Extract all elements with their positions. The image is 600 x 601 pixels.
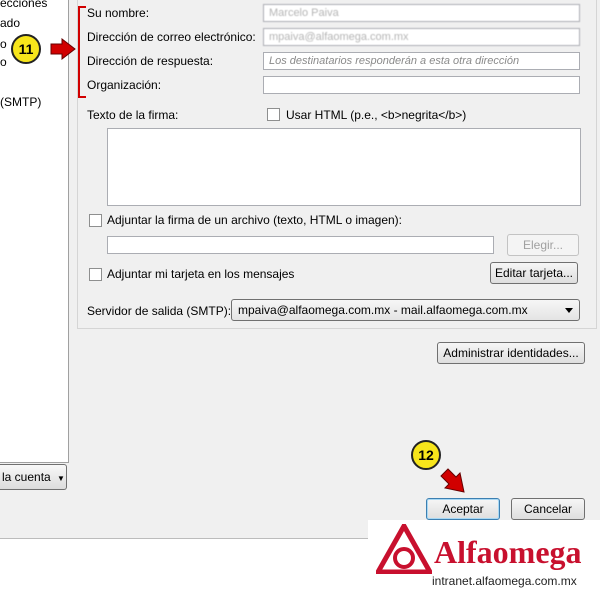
smtp-selected-value: mpaiva@alfaomega.com.mx - mail.alfaomega… — [238, 303, 528, 317]
step-12-badge: 12 — [411, 440, 441, 470]
choose-file-button[interactable]: Elegir... — [507, 234, 579, 256]
reply-label: Dirección de respuesta: — [87, 54, 214, 68]
attach-signature-file-checkbox[interactable] — [89, 214, 102, 227]
account-tree-item[interactable]: (SMTP) — [0, 95, 41, 109]
chevron-down-icon: ▼ — [57, 474, 65, 483]
account-actions-label: la cuenta — [2, 470, 51, 484]
organization-label: Organización: — [87, 78, 162, 92]
account-tree: ecciones ado o o (SMTP) — [0, 0, 69, 463]
brand-url: intranet.alfaomega.com.mx — [432, 574, 577, 588]
brand-name: Alfaomega — [434, 534, 582, 570]
account-tree-item[interactable]: ado — [0, 16, 20, 30]
account-actions-button[interactable]: la cuenta ▼ — [0, 464, 67, 490]
highlight-bracket — [78, 6, 86, 98]
chevron-down-icon — [565, 308, 573, 313]
attach-card-checkbox[interactable] — [89, 268, 102, 281]
manage-identities-button[interactable]: Administrar identidades... — [437, 342, 585, 364]
account-tree-item[interactable]: o — [0, 55, 7, 69]
brand-logo: Alfaomega intranet.alfaomega.com.mx — [368, 520, 600, 600]
name-field[interactable]: Marcelo Paiva — [263, 4, 580, 22]
signature-textarea[interactable] — [107, 128, 581, 206]
attach-signature-file-label: Adjuntar la firma de un archivo (texto, … — [107, 213, 403, 227]
cancel-button[interactable]: Cancelar — [511, 498, 585, 520]
signature-label: Texto de la firma: — [87, 108, 179, 122]
arrow-right-icon — [50, 38, 76, 60]
smtp-server-select[interactable]: mpaiva@alfaomega.com.mx - mail.alfaomega… — [231, 299, 580, 321]
attach-card-label: Adjuntar mi tarjeta en los mensajes — [107, 267, 295, 281]
account-tree-item[interactable]: o — [0, 37, 7, 51]
email-label: Dirección de correo electrónico: — [87, 30, 256, 44]
account-tree-item[interactable]: ecciones — [0, 0, 47, 10]
signature-file-path-field[interactable] — [107, 236, 494, 254]
use-html-checkbox[interactable] — [267, 108, 280, 121]
email-field[interactable]: mpaiva@alfaomega.com.mx — [263, 28, 580, 46]
edit-card-button[interactable]: Editar tarjeta... — [490, 262, 578, 284]
smtp-label: Servidor de salida (SMTP): — [87, 304, 232, 318]
name-label: Su nombre: — [87, 6, 150, 20]
use-html-label: Usar HTML (p.e., <b>negrita</b>) — [286, 108, 467, 122]
organization-field[interactable] — [263, 76, 580, 94]
ok-button[interactable]: Aceptar — [426, 498, 500, 520]
reply-to-field[interactable]: Los destinatarios responderán a esta otr… — [263, 52, 580, 70]
alfaomega-logo-icon — [376, 524, 432, 574]
step-11-badge: 11 — [11, 34, 41, 64]
arrow-down-right-icon — [440, 468, 465, 493]
